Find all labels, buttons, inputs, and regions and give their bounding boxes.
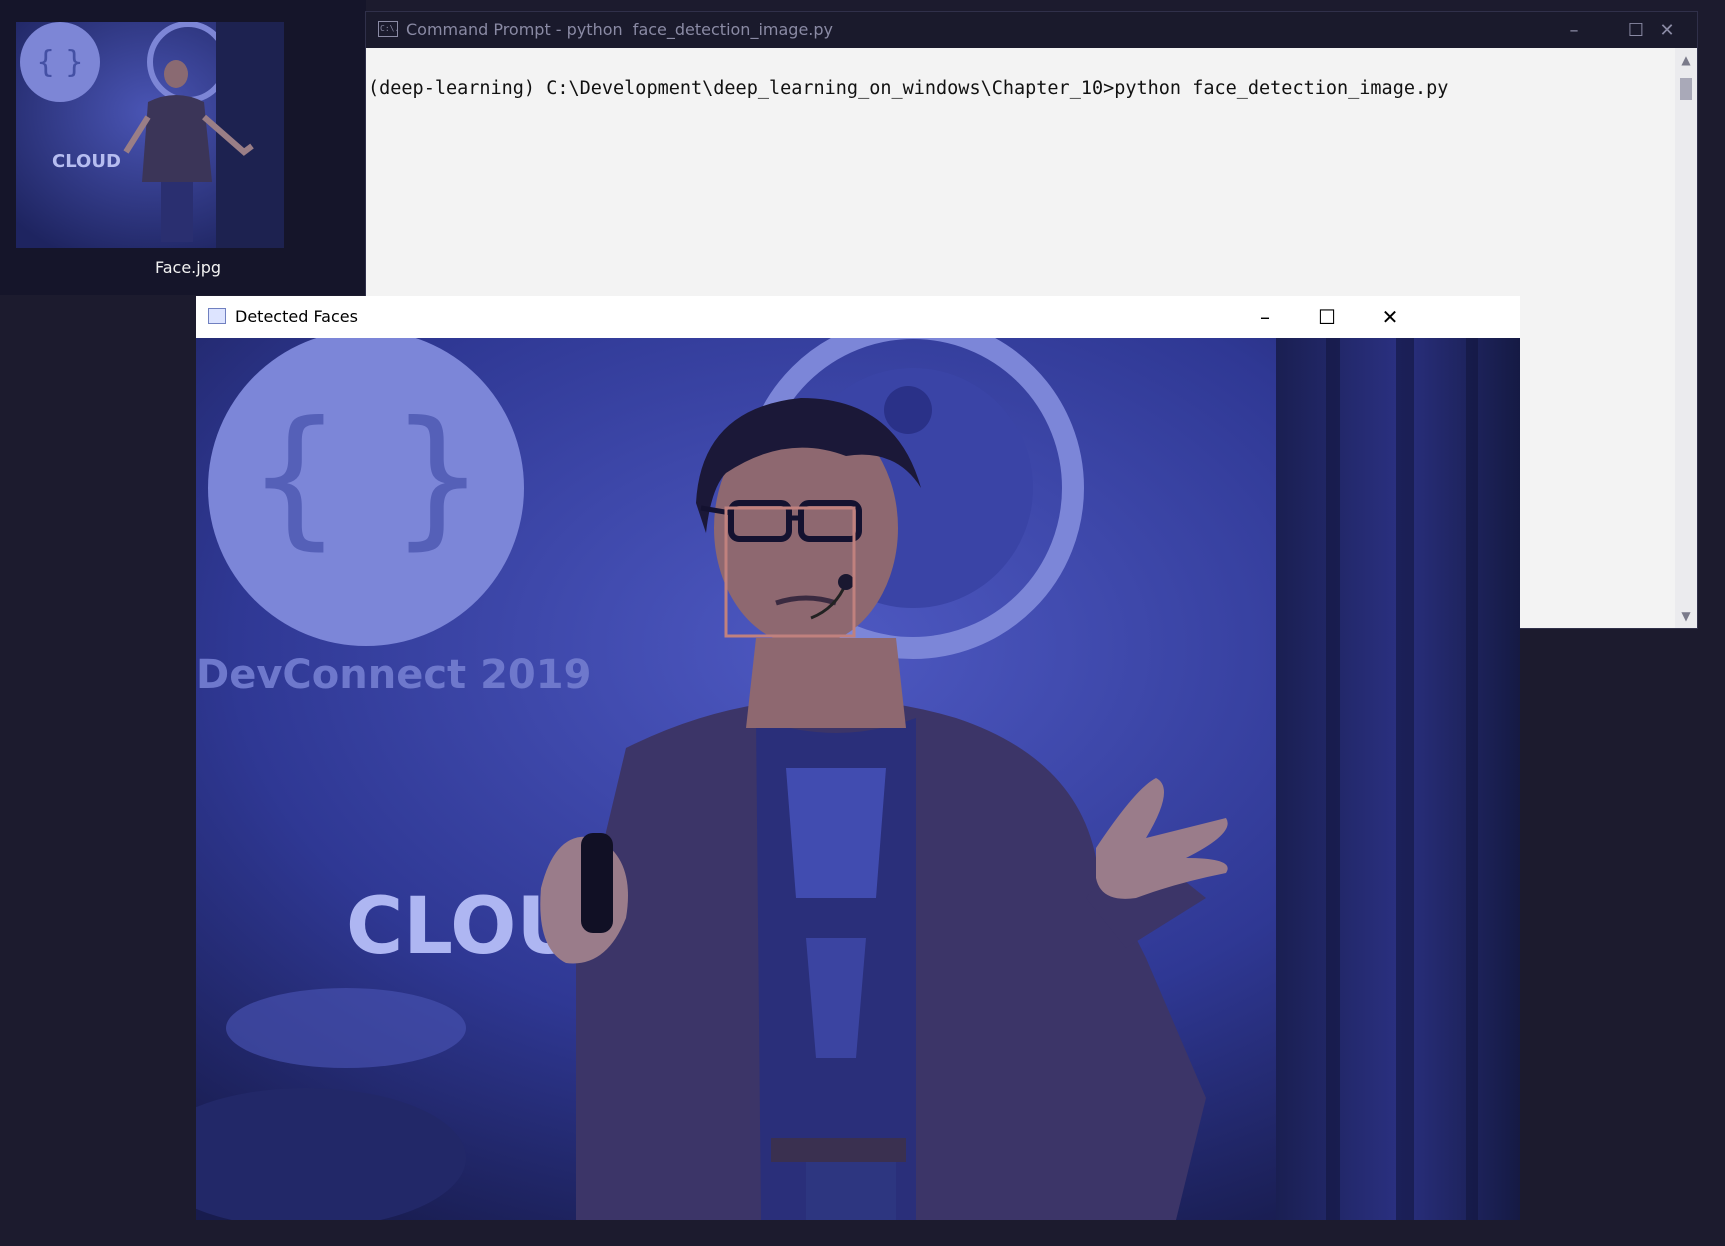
faces-window-title: Detected Faces bbox=[235, 307, 358, 326]
cmd-titlebar[interactable]: C:\. Command Prompt - python face_detect… bbox=[366, 12, 1697, 48]
faces-titlebar[interactable]: Detected Faces – ☐ ✕ bbox=[196, 296, 1520, 338]
minimize-icon: – bbox=[1260, 305, 1270, 329]
close-icon: ✕ bbox=[1381, 305, 1399, 329]
scroll-thumb[interactable] bbox=[1680, 78, 1692, 100]
scroll-up-icon[interactable]: ▲ bbox=[1675, 48, 1697, 72]
close-icon: ✕ bbox=[1659, 19, 1675, 41]
svg-text:CLOUD: CLOUD bbox=[52, 151, 121, 172]
detected-faces-image: { } DevConnect 2019 CLOUD bbox=[196, 338, 1520, 1220]
face-jpg-thumbnail[interactable]: { } CLOUD bbox=[16, 22, 284, 248]
cmd-scrollbar[interactable]: ▲ ▼ bbox=[1675, 48, 1697, 628]
close-button[interactable]: ✕ bbox=[1636, 12, 1698, 48]
thumbnail-filename: Face.jpg bbox=[154, 258, 222, 277]
cmd-window-title: Command Prompt - python face_detection_i… bbox=[406, 20, 833, 39]
maximize-icon: ☐ bbox=[1318, 305, 1336, 329]
detected-faces-window[interactable]: Detected Faces – ☐ ✕ {} DevConnect 2019… bbox=[196, 296, 1520, 1220]
maximize-button[interactable]: ☐ bbox=[1296, 296, 1358, 338]
cmd-prompt-line: (deep-learning) C:\Development\deep_lear… bbox=[368, 78, 1449, 99]
svg-text:{ }: { } bbox=[247, 390, 486, 564]
banner-text: DevConnect 2019 bbox=[196, 652, 591, 698]
svg-text:{ }: { } bbox=[36, 45, 84, 80]
cmd-app-icon: C:\. bbox=[378, 21, 399, 37]
scroll-down-icon[interactable]: ▼ bbox=[1675, 604, 1697, 628]
desktop-file-icon[interactable]: { } CLOUD Face.jpg bbox=[0, 0, 366, 295]
minimize-icon: – bbox=[1569, 19, 1579, 41]
minimize-button[interactable]: – bbox=[1543, 12, 1605, 48]
minimize-button[interactable]: – bbox=[1234, 296, 1296, 338]
image-window-icon bbox=[208, 308, 226, 324]
close-button[interactable]: ✕ bbox=[1359, 296, 1421, 338]
